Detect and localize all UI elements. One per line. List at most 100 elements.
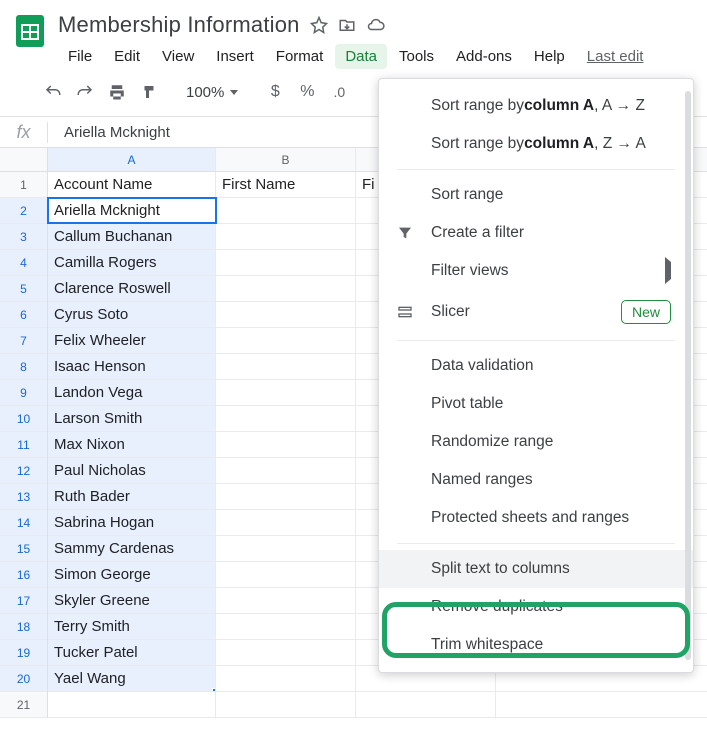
row-header[interactable]: 5 — [0, 276, 47, 302]
row-header[interactable]: 6 — [0, 302, 47, 328]
row-header[interactable]: 17 — [0, 588, 47, 614]
cell[interactable]: Yael Wang — [48, 666, 216, 691]
cell[interactable] — [216, 198, 356, 223]
row-header[interactable]: 9 — [0, 380, 47, 406]
cell[interactable]: Callum Buchanan — [48, 224, 216, 249]
cell[interactable]: Sabrina Hogan — [48, 510, 216, 535]
menu-data[interactable]: Data — [335, 44, 387, 69]
cell[interactable] — [216, 224, 356, 249]
row-header[interactable]: 4 — [0, 250, 47, 276]
row-header[interactable]: 11 — [0, 432, 47, 458]
cell[interactable]: Isaac Henson — [48, 354, 216, 379]
menu-sort-az[interactable]: Sort range by column A, A → Z — [379, 87, 693, 125]
redo-button[interactable] — [72, 79, 98, 105]
menu-sort-range[interactable]: Sort range — [379, 176, 693, 214]
menu-data-validation[interactable]: Data validation — [379, 347, 693, 385]
cell[interactable] — [216, 276, 356, 301]
cell[interactable]: Paul Nicholas — [48, 458, 216, 483]
cell[interactable]: Sammy Cardenas — [48, 536, 216, 561]
paint-format-button[interactable] — [136, 79, 162, 105]
row-header[interactable]: 1 — [0, 172, 47, 198]
cell[interactable] — [216, 640, 356, 665]
document-title[interactable]: Membership Information — [58, 12, 300, 38]
col-header-a[interactable]: A — [48, 148, 216, 171]
menu-format[interactable]: Format — [266, 44, 334, 69]
cell[interactable]: Felix Wheeler — [48, 328, 216, 353]
menu-scrollbar[interactable] — [685, 91, 691, 660]
row-header[interactable]: 21 — [0, 692, 47, 718]
menu-help[interactable]: Help — [524, 44, 575, 69]
menu-remove-duplicates[interactable]: Remove duplicates — [379, 588, 693, 626]
menu-trim-whitespace[interactable]: Trim whitespace — [379, 626, 693, 664]
menu-named-ranges[interactable]: Named ranges — [379, 461, 693, 499]
cell[interactable] — [216, 354, 356, 379]
menu-view[interactable]: View — [152, 44, 204, 69]
menu-tools[interactable]: Tools — [389, 44, 444, 69]
cell[interactable] — [216, 588, 356, 613]
menu-protected-ranges[interactable]: Protected sheets and ranges — [379, 499, 693, 537]
print-button[interactable] — [104, 79, 130, 105]
menu-create-filter[interactable]: Create a filter — [379, 214, 693, 252]
row-header[interactable]: 3 — [0, 224, 47, 250]
last-edit-link[interactable]: Last edit — [587, 48, 644, 65]
cell[interactable] — [216, 302, 356, 327]
row-header[interactable]: 20 — [0, 666, 47, 692]
cell[interactable] — [48, 692, 216, 717]
row-header[interactable]: 15 — [0, 536, 47, 562]
menu-slicer[interactable]: Slicer New — [379, 290, 693, 334]
percent-button[interactable]: % — [294, 79, 320, 105]
row-header[interactable]: 14 — [0, 510, 47, 536]
cell[interactable]: Camilla Rogers — [48, 250, 216, 275]
decrease-decimal-button[interactable]: .0 — [326, 79, 352, 105]
cell[interactable] — [216, 484, 356, 509]
row-header[interactable]: 7 — [0, 328, 47, 354]
cloud-icon[interactable] — [366, 16, 386, 34]
move-icon[interactable] — [338, 16, 356, 34]
cell[interactable] — [216, 328, 356, 353]
cell[interactable]: Max Nixon — [48, 432, 216, 457]
undo-button[interactable] — [40, 79, 66, 105]
cell[interactable] — [216, 536, 356, 561]
cell[interactable] — [216, 250, 356, 275]
cell[interactable]: Landon Vega — [48, 380, 216, 405]
row-header[interactable]: 8 — [0, 354, 47, 380]
cell[interactable]: Simon George — [48, 562, 216, 587]
col-header-b[interactable]: B — [216, 148, 356, 171]
menu-file[interactable]: File — [58, 44, 102, 69]
select-all-corner[interactable] — [0, 148, 48, 172]
menu-filter-views[interactable]: Filter views — [379, 252, 693, 290]
zoom-select[interactable]: 100% — [186, 84, 238, 101]
cell[interactable]: Clarence Roswell — [48, 276, 216, 301]
cell[interactable]: Skyler Greene — [48, 588, 216, 613]
cell[interactable]: Terry Smith — [48, 614, 216, 639]
cell[interactable] — [216, 380, 356, 405]
menu-sort-za[interactable]: Sort range by column A, Z → A — [379, 125, 693, 163]
cell[interactable]: Account Name — [48, 172, 216, 197]
menu-pivot-table[interactable]: Pivot table — [379, 385, 693, 423]
cell[interactable]: Cyrus Soto — [48, 302, 216, 327]
menu-randomize[interactable]: Randomize range — [379, 423, 693, 461]
menu-split-text-to-columns[interactable]: Split text to columns — [379, 550, 693, 588]
menu-addons[interactable]: Add-ons — [446, 44, 522, 69]
row-header[interactable]: 10 — [0, 406, 47, 432]
cell[interactable]: First Name — [216, 172, 356, 197]
cell[interactable] — [216, 458, 356, 483]
cell[interactable]: Tucker Patel — [48, 640, 216, 665]
star-icon[interactable] — [310, 16, 328, 34]
row-header[interactable]: 18 — [0, 614, 47, 640]
currency-button[interactable]: $ — [262, 79, 288, 105]
row-header[interactable]: 2 — [0, 198, 47, 224]
cell[interactable] — [216, 666, 356, 691]
cell[interactable] — [216, 432, 356, 457]
row-header[interactable]: 19 — [0, 640, 47, 666]
row-header[interactable]: 13 — [0, 484, 47, 510]
row-header[interactable]: 12 — [0, 458, 47, 484]
cell[interactable] — [216, 510, 356, 535]
cell[interactable]: Ruth Bader — [48, 484, 216, 509]
row-header[interactable]: 16 — [0, 562, 47, 588]
cell[interactable] — [216, 406, 356, 431]
menu-edit[interactable]: Edit — [104, 44, 150, 69]
cell[interactable] — [216, 692, 356, 717]
cell[interactable]: Larson Smith — [48, 406, 216, 431]
menu-insert[interactable]: Insert — [206, 44, 264, 69]
